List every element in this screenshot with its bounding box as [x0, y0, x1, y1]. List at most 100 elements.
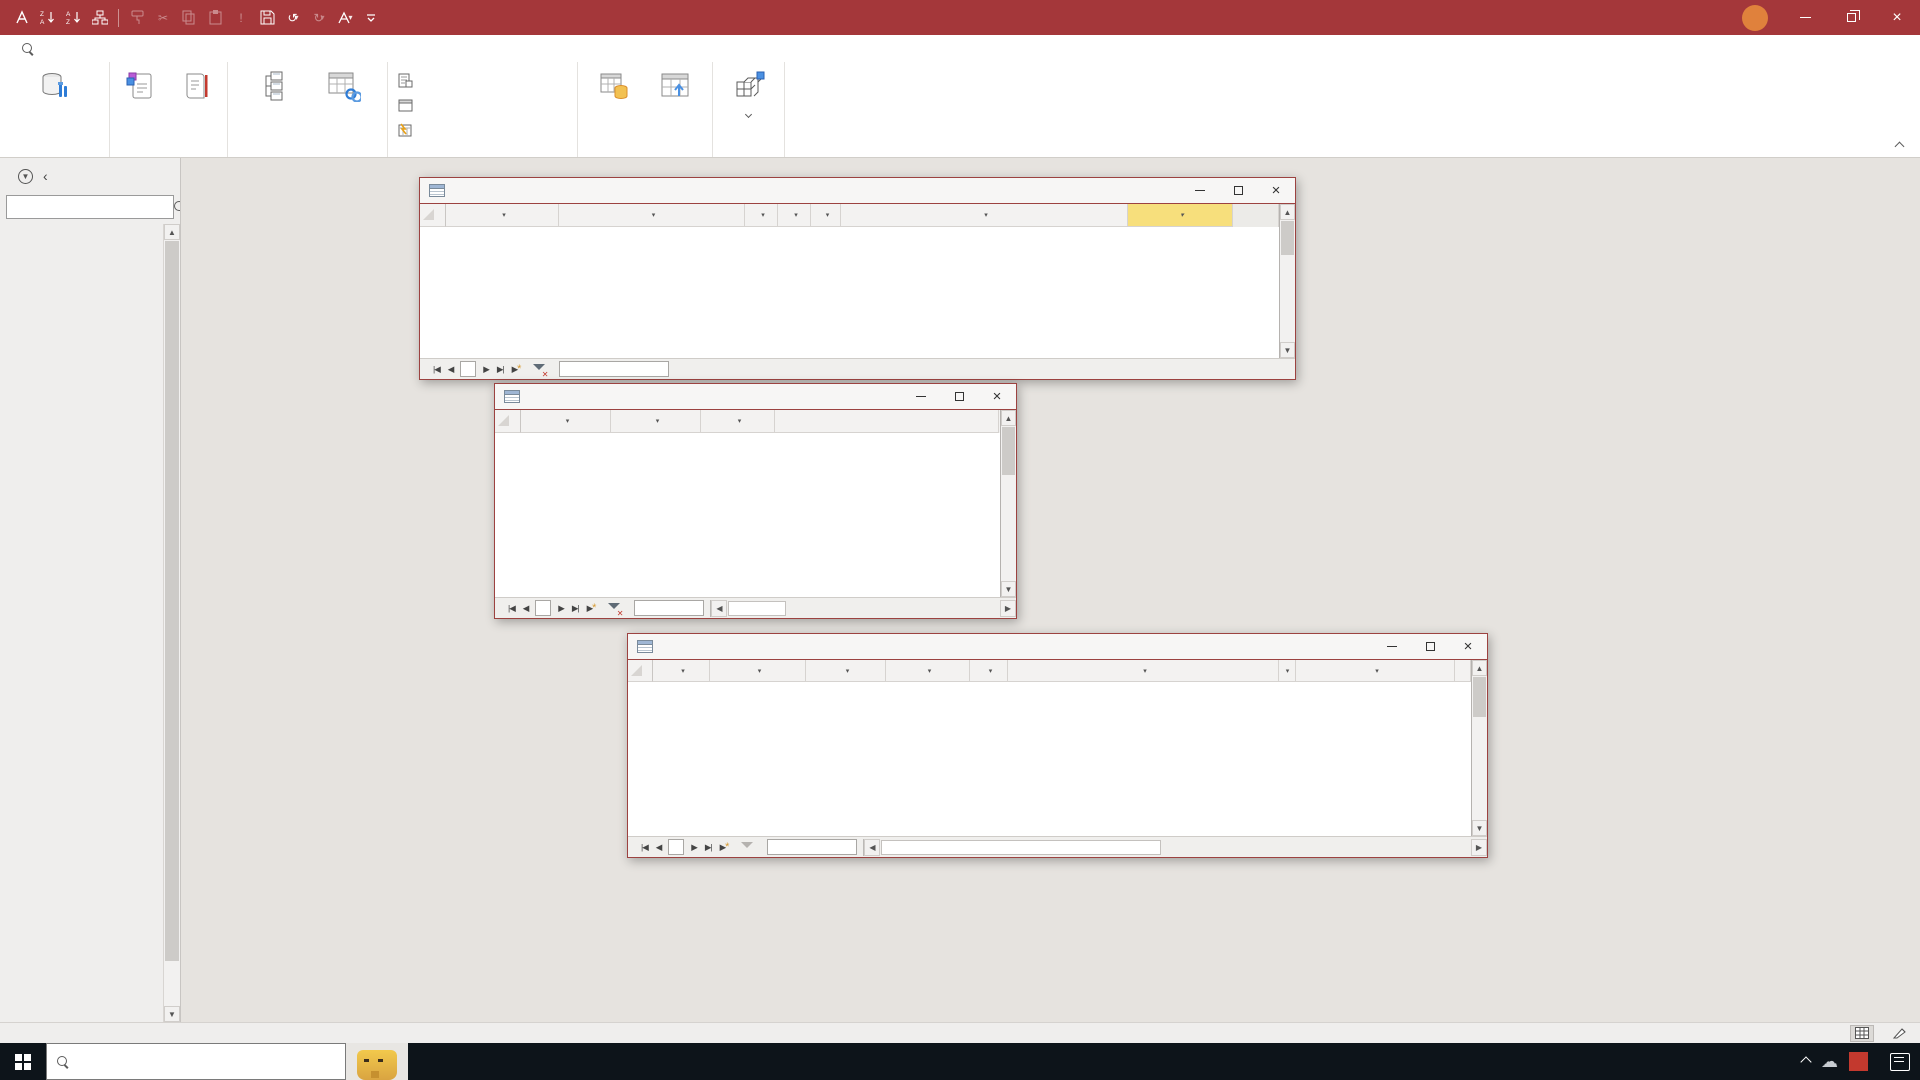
- cut-icon[interactable]: ✂: [151, 7, 175, 29]
- previous-record-button[interactable]: ◀: [444, 364, 458, 375]
- start-button[interactable]: [0, 1043, 46, 1080]
- nav-menu-icon[interactable]: ▼: [18, 168, 33, 184]
- minimize-button[interactable]: [1181, 178, 1219, 203]
- disct-titlebar[interactable]: ×: [495, 384, 1016, 410]
- new-record-button[interactable]: ▶*: [716, 841, 734, 853]
- scroll-up-icon[interactable]: ▲: [1280, 204, 1295, 220]
- update-badge-icon[interactable]: [1849, 1052, 1868, 1071]
- column-header[interactable]: ▾: [1296, 660, 1455, 682]
- column-header[interactable]: ▾: [745, 204, 778, 227]
- maximize-button[interactable]: [1411, 634, 1449, 659]
- new-record-button[interactable]: ▶*: [508, 363, 526, 375]
- datasheet-view-icon[interactable]: [1850, 1024, 1874, 1042]
- column-header[interactable]: ▾: [806, 660, 886, 682]
- first-record-button[interactable]: |◀: [429, 364, 444, 375]
- trackt-vertical-scrollbar[interactable]: ▲ ▼: [1471, 660, 1487, 836]
- undo-icon[interactable]: ↺ ▾: [281, 7, 305, 29]
- horizontal-scrollbar[interactable]: ◀ ▶: [863, 838, 1487, 856]
- horizontal-scrollbar[interactable]: ◀ ▶: [710, 599, 1016, 617]
- record-search-input[interactable]: [564, 362, 665, 376]
- minimize-button[interactable]: [1373, 634, 1411, 659]
- next-record-button[interactable]: ▶: [554, 603, 568, 614]
- column-header[interactable]: ▾: [653, 660, 710, 682]
- scrollbar-thumb[interactable]: [1473, 677, 1486, 717]
- scroll-up-icon[interactable]: ▲: [1001, 410, 1016, 426]
- maximize-button[interactable]: [1219, 178, 1257, 203]
- column-header[interactable]: ▾: [778, 204, 811, 227]
- analyze-performance-button[interactable]: [394, 94, 423, 116]
- nav-search-input[interactable]: [13, 200, 174, 214]
- scrollbar-thumb[interactable]: [881, 839, 1162, 855]
- record-search-box[interactable]: [634, 600, 705, 616]
- last-record-button[interactable]: ▶|: [493, 364, 508, 375]
- disct-vertical-scrollbar[interactable]: ▲ ▼: [1000, 410, 1016, 597]
- maximize-button[interactable]: [940, 384, 978, 409]
- column-header[interactable]: ▾: [701, 410, 775, 433]
- column-header[interactable]: [1455, 660, 1471, 682]
- format-painter-icon[interactable]: [125, 7, 149, 29]
- column-header[interactable]: ▾: [1008, 660, 1279, 682]
- record-search-input[interactable]: [639, 601, 700, 615]
- search-highlight-tile[interactable]: [346, 1043, 408, 1080]
- paste-icon[interactable]: [203, 7, 227, 29]
- scroll-up-icon[interactable]: ▲: [1472, 660, 1487, 676]
- tray-expand-icon[interactable]: [1800, 1055, 1812, 1068]
- record-search-box[interactable]: [767, 839, 858, 855]
- redo-icon[interactable]: ↻ ▾: [307, 7, 331, 29]
- last-record-button[interactable]: ▶|: [568, 603, 583, 614]
- filter-toggle[interactable]: [608, 602, 626, 618]
- filter-toggle[interactable]: [533, 363, 551, 379]
- copy-icon[interactable]: [177, 7, 201, 29]
- next-record-button[interactable]: ▶: [687, 842, 701, 853]
- onedrive-icon[interactable]: ☁: [1821, 1052, 1838, 1072]
- relationships-qat-icon[interactable]: [88, 7, 112, 29]
- tell-me-box[interactable]: [22, 35, 43, 62]
- new-object-icon[interactable]: ▾: [333, 7, 357, 29]
- restore-button[interactable]: [1828, 0, 1874, 35]
- column-header[interactable]: ▾: [1279, 660, 1296, 682]
- filter-toggle[interactable]: [741, 841, 759, 854]
- new-record-button[interactable]: ▶*: [583, 602, 601, 614]
- scroll-down-icon[interactable]: ▼: [1280, 342, 1295, 358]
- minimize-button[interactable]: [1782, 0, 1828, 35]
- taskbar-search-input[interactable]: [78, 1054, 335, 1069]
- scroll-down-icon[interactable]: ▼: [1472, 820, 1487, 836]
- record-count[interactable]: [460, 361, 477, 377]
- click-to-add-header[interactable]: ▾: [1128, 204, 1233, 227]
- avatar[interactable]: [1742, 4, 1768, 31]
- compact-repair-button[interactable]: [13, 65, 97, 106]
- collapse-ribbon-button[interactable]: [1890, 139, 1908, 153]
- analyze-table-button[interactable]: [394, 119, 423, 141]
- trackt-titlebar[interactable]: ×: [628, 634, 1487, 660]
- column-header[interactable]: ▾: [559, 204, 745, 227]
- sharepoint-button[interactable]: [646, 65, 704, 106]
- scrollbar-thumb[interactable]: [1281, 221, 1294, 255]
- last-record-button[interactable]: ▶|: [701, 842, 716, 853]
- select-all-corner[interactable]: [495, 410, 521, 433]
- select-all-corner[interactable]: [628, 660, 653, 682]
- select-all-corner[interactable]: [420, 204, 446, 227]
- record-count[interactable]: [668, 839, 685, 855]
- nav-scrollbar-thumb[interactable]: [165, 241, 179, 961]
- scroll-right-icon[interactable]: ▶: [1471, 838, 1487, 856]
- scrollbar-thumb[interactable]: [728, 600, 787, 616]
- qat-customize-icon[interactable]: [359, 7, 383, 29]
- column-header[interactable]: ▾: [970, 660, 1008, 682]
- ablumt-vertical-scrollbar[interactable]: ▲ ▼: [1279, 204, 1295, 358]
- scrollbar-thumb[interactable]: [1002, 427, 1015, 475]
- first-record-button[interactable]: |◀: [504, 603, 519, 614]
- close-button[interactable]: ×: [978, 384, 1016, 409]
- design-view-icon[interactable]: [1888, 1025, 1912, 1042]
- run-macro-button[interactable]: [170, 65, 222, 106]
- nav-scrollbar[interactable]: ▲ ▼: [163, 224, 180, 1022]
- relationships-button[interactable]: [234, 65, 305, 106]
- column-header[interactable]: ▾: [886, 660, 970, 682]
- column-header[interactable]: ▾: [710, 660, 806, 682]
- scroll-right-icon[interactable]: ▶: [1000, 599, 1016, 617]
- nav-search-box[interactable]: [6, 195, 180, 219]
- previous-record-button[interactable]: ◀: [652, 842, 666, 853]
- scroll-left-icon[interactable]: ◀: [864, 838, 881, 856]
- scroll-down-icon[interactable]: ▼: [164, 1006, 180, 1022]
- next-record-button[interactable]: ▶: [479, 364, 493, 375]
- scroll-down-icon[interactable]: ▼: [1001, 581, 1016, 597]
